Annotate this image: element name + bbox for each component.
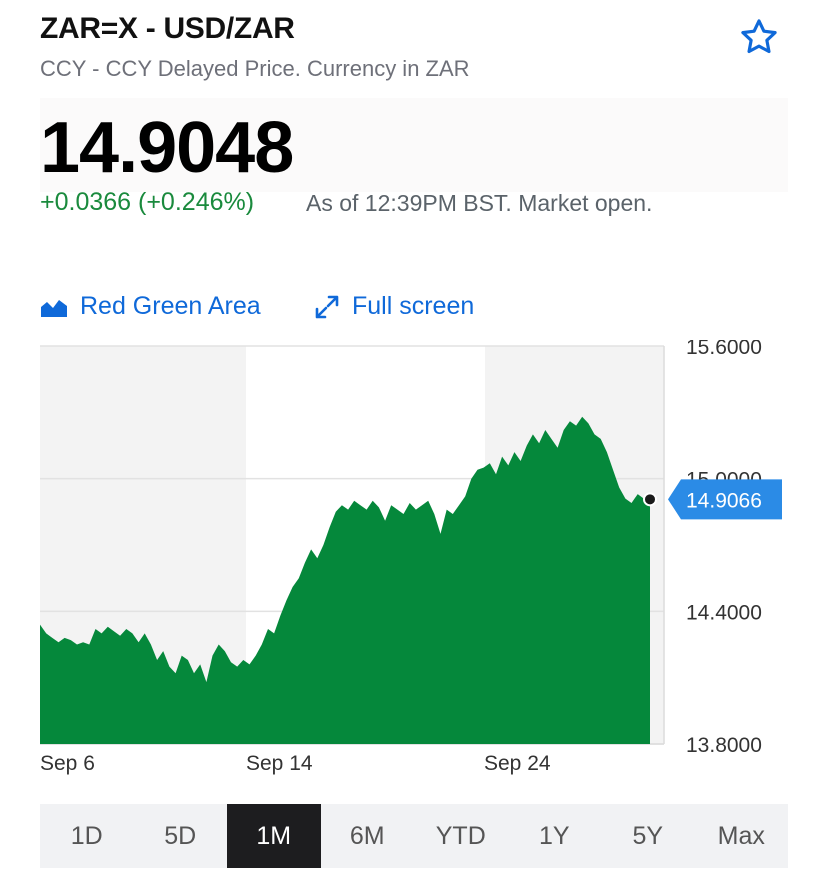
quote-subtitle: CCY - CCY Delayed Price. Currency in ZAR bbox=[40, 56, 470, 81]
range-selector: 1D 5D 1M 6M YTD 1Y 5Y Max bbox=[40, 804, 788, 868]
fullscreen-label: Full screen bbox=[352, 292, 475, 320]
range-5d-button[interactable]: 5D bbox=[134, 804, 228, 868]
fullscreen-button[interactable]: Full screen bbox=[314, 292, 474, 321]
range-1m-button[interactable]: 1M bbox=[227, 804, 321, 868]
range-1d-button[interactable]: 1D bbox=[40, 804, 134, 868]
y-tick-label: 15.6000 bbox=[686, 340, 762, 359]
x-tick-label: Sep 24 bbox=[484, 752, 551, 775]
x-tick-label: Sep 6 bbox=[40, 752, 95, 775]
market-status: As of 12:39PM BST. Market open. bbox=[306, 190, 653, 216]
price-change: +0.0366 (+0.246%) bbox=[40, 188, 255, 216]
current-point bbox=[643, 492, 657, 507]
current-value-label: 14.9066 bbox=[686, 489, 762, 512]
range-max-button[interactable]: Max bbox=[695, 804, 789, 868]
current-price: 14.9048 bbox=[40, 108, 294, 188]
star-icon bbox=[741, 19, 777, 54]
expand-icon bbox=[315, 295, 339, 318]
range-6m-button[interactable]: 6M bbox=[321, 804, 415, 868]
y-tick-label: 13.8000 bbox=[686, 734, 762, 757]
watchlist-star-button[interactable] bbox=[738, 16, 780, 58]
price-chart[interactable]: 15.600015.000014.400013.8000 Sep 6Sep 14… bbox=[0, 340, 828, 780]
area-chart-icon bbox=[41, 299, 67, 317]
chart-type-label: Red Green Area bbox=[80, 292, 261, 320]
range-ytd-button[interactable]: YTD bbox=[414, 804, 508, 868]
range-5y-button[interactable]: 5Y bbox=[601, 804, 695, 868]
chart-type-button[interactable]: Red Green Area bbox=[40, 292, 261, 321]
page-title: ZAR=X - USD/ZAR bbox=[40, 12, 295, 45]
y-tick-label: 14.4000 bbox=[686, 601, 762, 624]
x-tick-label: Sep 14 bbox=[246, 752, 313, 775]
range-1y-button[interactable]: 1Y bbox=[508, 804, 602, 868]
